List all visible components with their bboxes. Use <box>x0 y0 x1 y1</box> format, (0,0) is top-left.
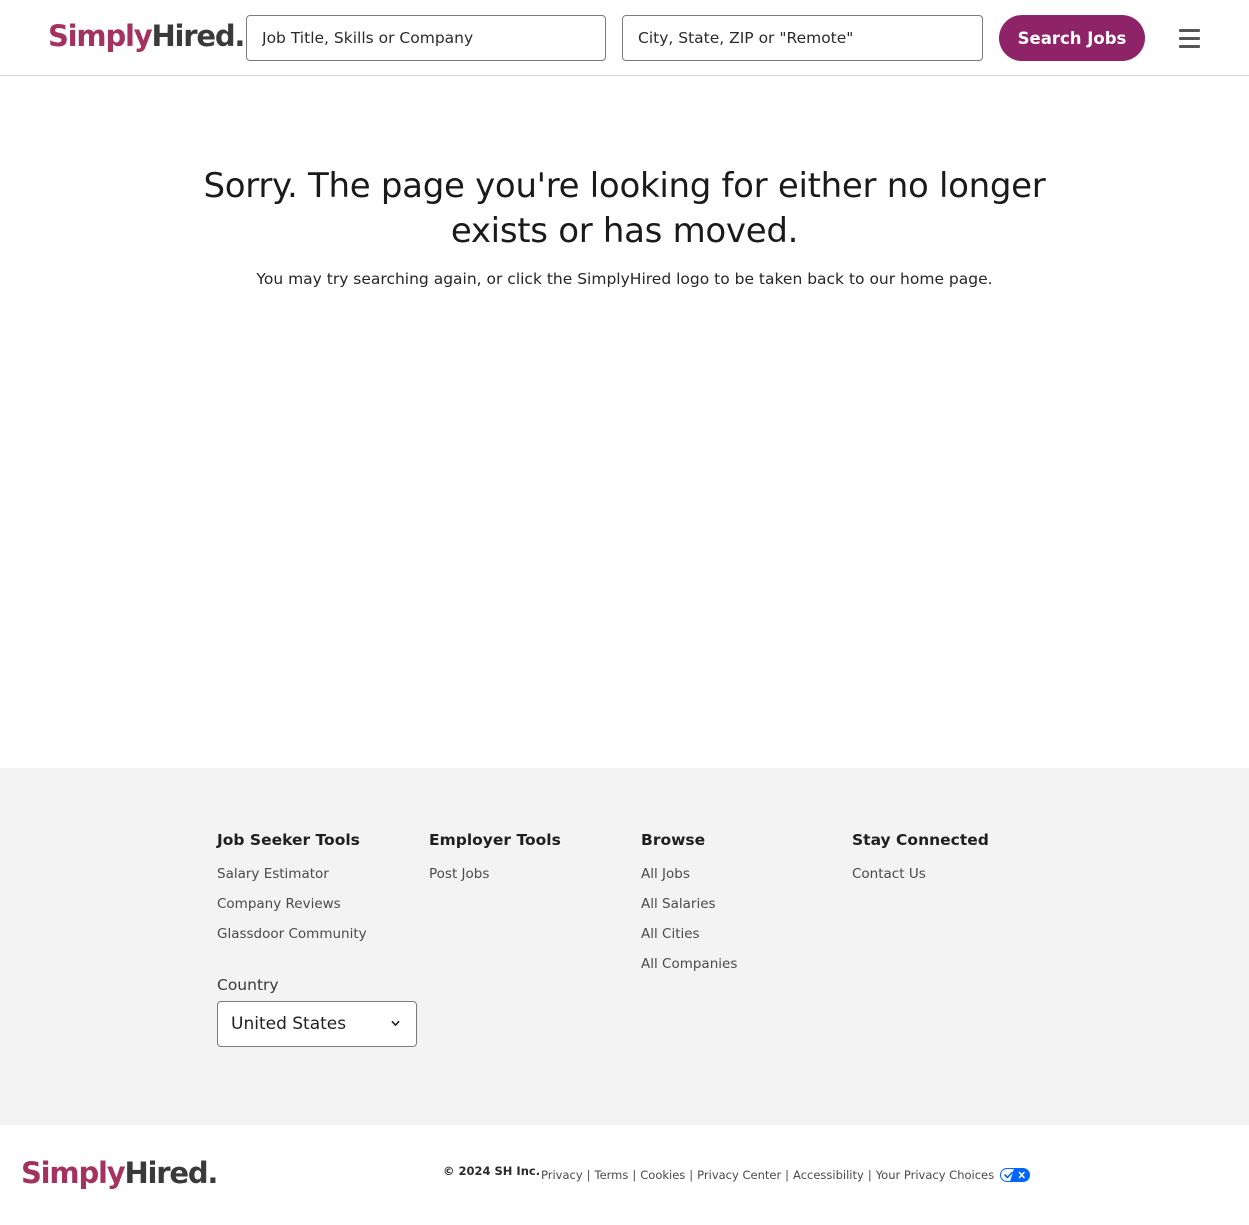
footer-column-browse: Browse All Jobs All Salaries All Cities … <box>641 829 737 984</box>
simplyhired-logo[interactable]: SimplyHired. <box>48 18 245 54</box>
logo-part-simply: Simply <box>21 1156 126 1190</box>
legal-separator: | <box>689 1168 694 1182</box>
footer-link-company-reviews[interactable]: Company Reviews <box>217 894 367 914</box>
country-select[interactable]: United States <box>217 1001 417 1047</box>
site-footer: Job Seeker Tools Salary Estimator Compan… <box>0 768 1249 1125</box>
logo-dot: . <box>234 19 245 53</box>
menu-bar <box>1178 28 1200 32</box>
legal-link-privacy[interactable]: Privacy <box>541 1167 583 1183</box>
legal-link-terms[interactable]: Terms <box>595 1167 629 1183</box>
legal-link-accessibility[interactable]: Accessibility <box>793 1167 864 1183</box>
hamburger-menu-icon[interactable] <box>1175 24 1203 52</box>
error-description: You may try searching again, or click th… <box>256 270 993 288</box>
bottom-bar: SimplyHired. © 2024 SH Inc. Privacy | Te… <box>0 1125 1249 1225</box>
footer-column-employer-tools: Employer Tools Post Jobs <box>429 829 561 894</box>
country-select-value: United States <box>231 1014 347 1034</box>
search-jobs-button[interactable]: Search Jobs <box>999 15 1145 61</box>
logo-part-hired: Hired <box>151 19 235 53</box>
job-title-search-input[interactable] <box>246 15 606 61</box>
legal-separator: | <box>785 1168 790 1182</box>
footer-column-heading: Employer Tools <box>429 831 561 849</box>
location-search-input[interactable] <box>622 15 983 61</box>
legal-links: Privacy | Terms | Cookies | Privacy Cent… <box>541 1167 1031 1183</box>
footer-column-heading: Browse <box>641 831 706 849</box>
logo-part-hired: Hired <box>124 1156 208 1190</box>
legal-link-cookies[interactable]: Cookies <box>640 1167 685 1183</box>
legal-separator: | <box>632 1168 637 1182</box>
legal-link-privacy-center[interactable]: Privacy Center <box>697 1167 781 1183</box>
footer-link-all-cities[interactable]: All Cities <box>641 924 737 944</box>
footer-column-heading: Stay Connected <box>852 831 989 849</box>
logo-part-simply: Simply <box>48 19 153 53</box>
error-heading: Sorry. The page you're looking for eithe… <box>203 166 1046 251</box>
legal-separator: | <box>586 1168 591 1182</box>
privacy-choices-toggle-icon[interactable] <box>1000 1168 1031 1182</box>
country-label: Country <box>217 976 279 994</box>
menu-bar <box>1178 36 1200 40</box>
menu-bar <box>1178 44 1200 48</box>
footer-link-post-jobs[interactable]: Post Jobs <box>429 864 561 884</box>
footer-link-all-companies[interactable]: All Companies <box>641 954 737 974</box>
footer-column-stay-connected: Stay Connected Contact Us <box>852 829 989 894</box>
legal-separator: | <box>867 1168 872 1182</box>
logo-dot: . <box>207 1156 218 1190</box>
simplyhired-footer-logo[interactable]: SimplyHired. <box>21 1155 218 1191</box>
footer-link-glassdoor-community[interactable]: Glassdoor Community <box>217 924 367 944</box>
footer-column-job-seeker-tools: Job Seeker Tools Salary Estimator Compan… <box>217 829 367 954</box>
legal-link-your-privacy-choices[interactable]: Your Privacy Choices <box>876 1167 994 1183</box>
footer-link-contact-us[interactable]: Contact Us <box>852 864 989 884</box>
footer-column-heading: Job Seeker Tools <box>217 831 360 849</box>
chevron-down-icon <box>391 1020 400 1026</box>
footer-link-salary-estimator[interactable]: Salary Estimator <box>217 864 367 884</box>
footer-link-all-salaries[interactable]: All Salaries <box>641 894 737 914</box>
site-header: SimplyHired. Search Jobs <box>0 0 1249 76</box>
copyright-text: © 2024 SH Inc. <box>443 1164 541 1178</box>
footer-link-all-jobs[interactable]: All Jobs <box>641 864 737 884</box>
